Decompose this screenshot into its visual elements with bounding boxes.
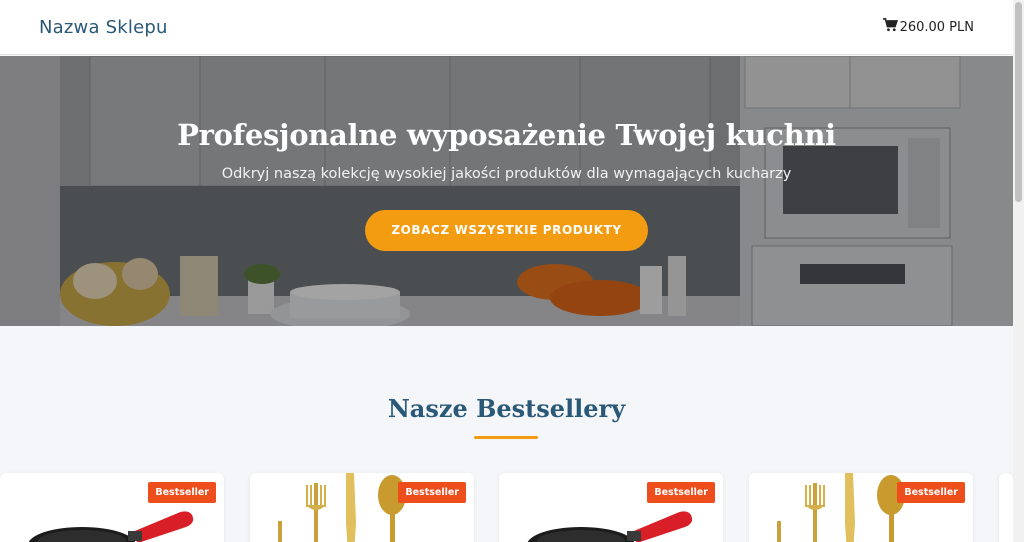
hero-content: Profesjonalne wyposażenie Twojej kuchni …	[0, 56, 1013, 251]
product-card[interactable]: Bestseller	[499, 473, 723, 542]
hero-banner: Profesjonalne wyposażenie Twojej kuchni …	[0, 56, 1013, 326]
cart-total: 260.00 PLN	[899, 19, 974, 35]
product-card-partial[interactable]	[999, 473, 1013, 542]
shopping-cart-icon	[882, 18, 898, 36]
hero-title: Profesjonalne wyposażenie Twojej kuchni	[177, 118, 836, 152]
bestseller-badge: Bestseller	[148, 482, 216, 503]
bestsellers-section: Nasze Bestsellery Bestseller Bestseller …	[0, 326, 1013, 542]
view-all-products-button[interactable]: ZOBACZ WSZYSTKIE PRODUKTY	[365, 210, 648, 251]
site-header: Nazwa Sklepu 260.00 PLN	[0, 0, 1013, 55]
page-scrollbar[interactable]	[1013, 0, 1024, 542]
product-card[interactable]: Bestseller	[250, 473, 474, 542]
cart-button[interactable]: 260.00 PLN	[882, 18, 974, 36]
site-logo[interactable]: Nazwa Sklepu	[39, 17, 168, 38]
scrollbar-thumb[interactable]	[1015, 2, 1022, 202]
product-grid: Bestseller Bestseller Bestseller Bestsel…	[0, 473, 1013, 542]
hero-subtitle: Odkryj naszą kolekcję wysokiej jakości p…	[221, 166, 792, 182]
product-card[interactable]: Bestseller	[0, 473, 224, 542]
bestseller-badge: Bestseller	[647, 482, 715, 503]
section-title: Nasze Bestsellery	[387, 394, 626, 423]
bestseller-badge: Bestseller	[398, 482, 466, 503]
bestseller-badge: Bestseller	[897, 482, 965, 503]
product-card[interactable]: Bestseller	[749, 473, 973, 542]
section-title-underline	[474, 436, 538, 439]
